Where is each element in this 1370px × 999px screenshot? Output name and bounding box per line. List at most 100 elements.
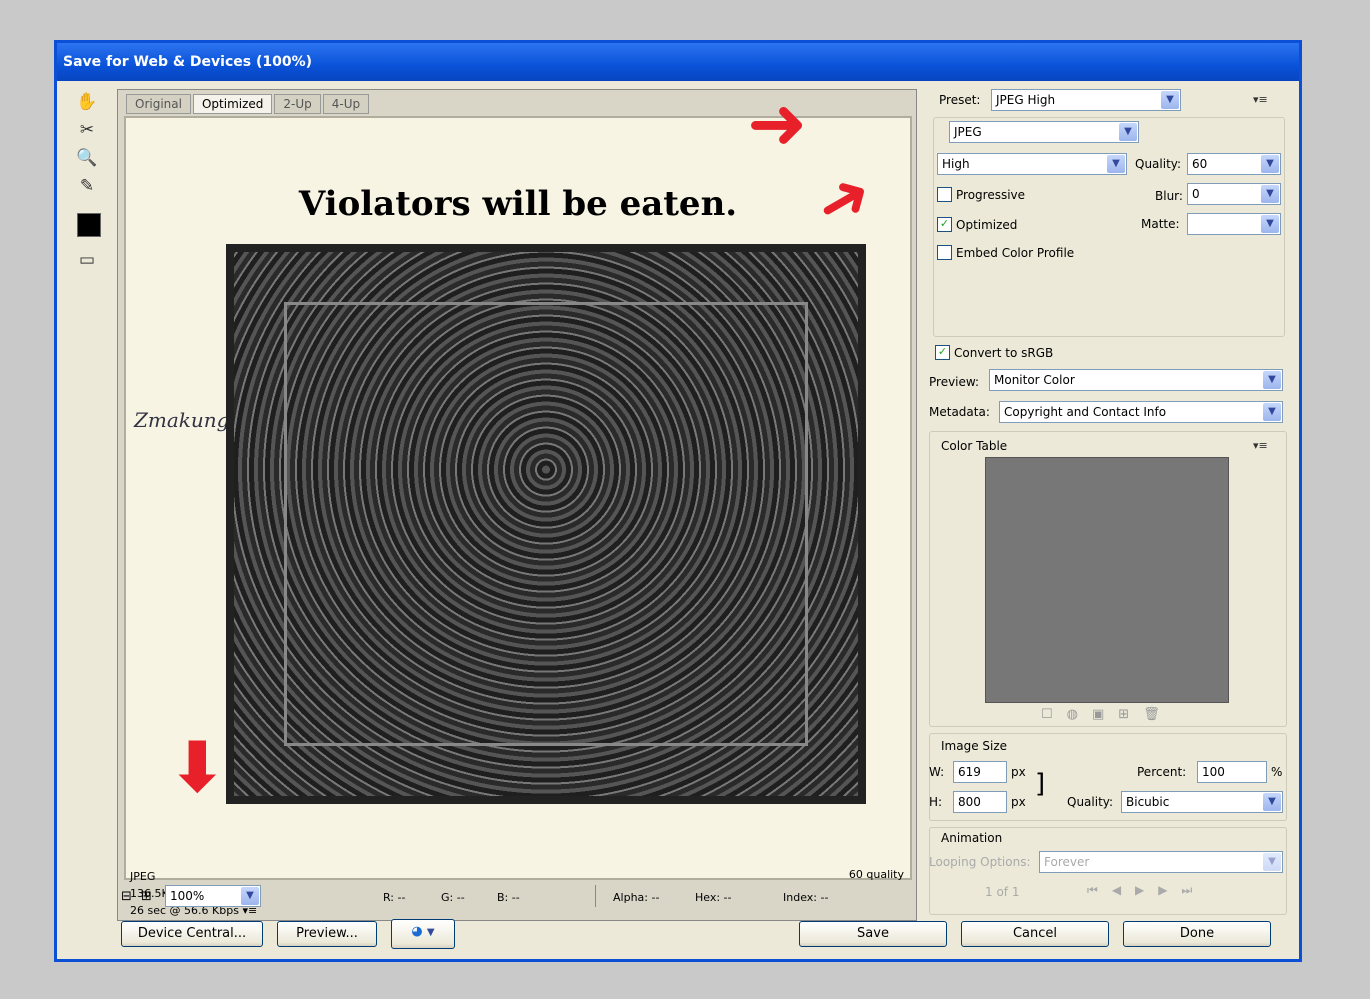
zoom-tool-icon[interactable]: 🔍 xyxy=(73,145,101,171)
optimized-checkbox[interactable]: ✓ Optimized xyxy=(937,217,1017,232)
metadata-label: Metadata: xyxy=(929,405,990,419)
looping-select[interactable]: Forever ▼ xyxy=(1039,851,1283,873)
first-frame-icon[interactable]: ⏮ xyxy=(1087,883,1112,897)
info-format: JPEG xyxy=(130,870,156,883)
browser-icon: ◕ xyxy=(411,924,423,939)
chevron-down-icon: ▼ xyxy=(1263,371,1281,389)
blur-label: Blur: xyxy=(1155,189,1183,203)
play-icon[interactable]: ▶ xyxy=(1135,883,1158,897)
next-frame-icon[interactable]: ▶ xyxy=(1158,883,1181,897)
chevron-down-icon: ▼ xyxy=(1107,155,1125,173)
blue-readout: B: -- xyxy=(497,891,520,904)
zoom-select[interactable]: 100% ▼ xyxy=(165,885,261,907)
chevron-down-icon: ▼ xyxy=(426,927,435,938)
optimized-image-view[interactable]: Violators will be eaten. Zmakung ⬋ xyxy=(124,116,912,880)
quality-label: Quality: xyxy=(1135,157,1182,171)
index-readout: Index: -- xyxy=(783,891,829,904)
delete-color-icon[interactable]: 🗑 xyxy=(1143,707,1174,722)
save-button[interactable]: Save xyxy=(799,921,947,947)
metadata-select[interactable]: Copyright and Contact Info ▼ xyxy=(999,401,1283,423)
tab-2-up[interactable]: 2-Up xyxy=(274,94,321,114)
compression-select[interactable]: High ▼ xyxy=(937,153,1127,175)
view-tabs: Original Optimized 2-Up 4-Up xyxy=(126,94,371,114)
preset-menu-icon[interactable]: ▾≡ xyxy=(1253,93,1268,106)
cancel-button[interactable]: Cancel xyxy=(961,921,1109,947)
green-readout: G: -- xyxy=(441,891,465,904)
previous-frame-icon[interactable]: ◀ xyxy=(1112,883,1135,897)
zoom-in-icon[interactable]: ⊞ xyxy=(141,889,152,904)
info-quality: 60 quality xyxy=(848,868,904,881)
preview-select[interactable]: Monitor Color ▼ xyxy=(989,369,1283,391)
divider xyxy=(595,885,596,907)
chevron-down-icon: ▼ xyxy=(241,887,259,905)
embed-color-profile-checkbox[interactable]: Embed Color Profile xyxy=(937,245,1074,260)
quality-select[interactable]: 60 ▼ xyxy=(1187,153,1281,175)
tab-4-up[interactable]: 4-Up xyxy=(322,94,370,114)
format-select[interactable]: JPEG ▼ xyxy=(949,121,1139,143)
resample-quality-select[interactable]: Bicubic ▼ xyxy=(1121,791,1283,813)
chevron-down-icon: ▼ xyxy=(1261,155,1279,173)
annotation-arrow-icon: ➜ xyxy=(747,81,808,165)
frame-controls: ⏮◀▶▶⏭ xyxy=(1087,883,1206,898)
zoom-out-icon[interactable]: ⊟ xyxy=(121,889,132,904)
last-frame-icon[interactable]: ⏭ xyxy=(1182,883,1207,897)
chevron-down-icon: ▼ xyxy=(1263,793,1281,811)
web-shift-icon[interactable]: ◍ xyxy=(1067,707,1092,722)
percent-label: Percent: xyxy=(1137,765,1187,779)
tab-original[interactable]: Original xyxy=(126,94,191,114)
eyedropper-tool-icon[interactable]: ✎ xyxy=(73,173,101,199)
eyedropper-color-swatch[interactable] xyxy=(77,213,101,237)
matte-label: Matte: xyxy=(1141,217,1180,231)
frame-counter: 1 of 1 xyxy=(985,885,1020,899)
width-input[interactable]: 619 xyxy=(953,761,1007,783)
preview-label: Preview: xyxy=(929,375,980,389)
hand-tool-icon[interactable]: ✋ xyxy=(73,89,101,115)
constrain-link-icon[interactable]: ] xyxy=(1035,769,1045,799)
width-label: W: xyxy=(929,765,945,779)
looping-label: Looping Options: xyxy=(929,855,1031,869)
lock-color-icon[interactable]: ▣ xyxy=(1092,707,1118,722)
width-unit: px xyxy=(1011,765,1026,779)
toggle-slices-icon[interactable]: ▭ xyxy=(73,247,101,273)
chevron-down-icon: ▼ xyxy=(1261,185,1279,203)
handwritten-note: Zmakung xyxy=(134,408,230,432)
red-readout: R: -- xyxy=(383,891,406,904)
preset-select[interactable]: JPEG High ▼ xyxy=(991,89,1181,111)
browser-preview-button[interactable]: ◕ ▼ xyxy=(391,919,455,949)
tab-optimized[interactable]: Optimized xyxy=(192,94,273,114)
matte-select[interactable]: ▼ xyxy=(1187,213,1281,235)
save-for-web-dialog: Save for Web & Devices (100%) ✋ ✂ 🔍 ✎ ▭ … xyxy=(54,40,1302,962)
percent-unit: % xyxy=(1271,765,1283,779)
device-central-button[interactable]: Device Central... xyxy=(121,921,263,947)
chevron-down-icon: ▼ xyxy=(1119,123,1137,141)
preview-area: Original Optimized 2-Up 4-Up Violators w… xyxy=(117,89,917,921)
chevron-down-icon: ▼ xyxy=(1161,91,1179,109)
image-size-title: Image Size xyxy=(941,739,1008,753)
tapestry-image xyxy=(226,244,866,804)
chevron-down-icon: ▼ xyxy=(1263,403,1281,421)
progressive-checkbox[interactable]: Progressive xyxy=(937,187,1025,202)
map-transparent-icon[interactable]: ☐ xyxy=(1041,707,1067,722)
preview-button[interactable]: Preview... xyxy=(277,921,377,947)
tool-panel: ✋ ✂ 🔍 ✎ ▭ xyxy=(69,89,105,279)
blur-select[interactable]: 0 ▼ xyxy=(1187,183,1281,205)
window-title: Save for Web & Devices (100%) xyxy=(57,43,1299,81)
sign-text: Violators will be eaten. xyxy=(298,184,738,224)
new-color-icon[interactable]: ⊞ xyxy=(1118,707,1143,722)
preset-label: Preset: xyxy=(939,93,981,107)
height-unit: px xyxy=(1011,795,1026,809)
height-label: H: xyxy=(929,795,943,809)
animation-title: Animation xyxy=(941,831,1003,845)
done-button[interactable]: Done xyxy=(1123,921,1271,947)
alpha-readout: Alpha: -- xyxy=(613,891,660,904)
color-table-swatches[interactable] xyxy=(985,457,1229,703)
height-input[interactable]: 800 xyxy=(953,791,1007,813)
convert-srgb-checkbox[interactable]: ✓ Convert to sRGB xyxy=(935,345,1053,360)
chevron-down-icon: ▼ xyxy=(1261,215,1279,233)
percent-input[interactable]: 100 xyxy=(1197,761,1267,783)
color-table-icons: ☐◍▣⊞🗑 xyxy=(1041,707,1174,722)
resample-quality-label: Quality: xyxy=(1067,795,1114,809)
slice-select-tool-icon[interactable]: ✂ xyxy=(73,117,101,143)
chevron-down-icon: ▼ xyxy=(1263,853,1281,871)
hex-readout: Hex: -- xyxy=(695,891,732,904)
